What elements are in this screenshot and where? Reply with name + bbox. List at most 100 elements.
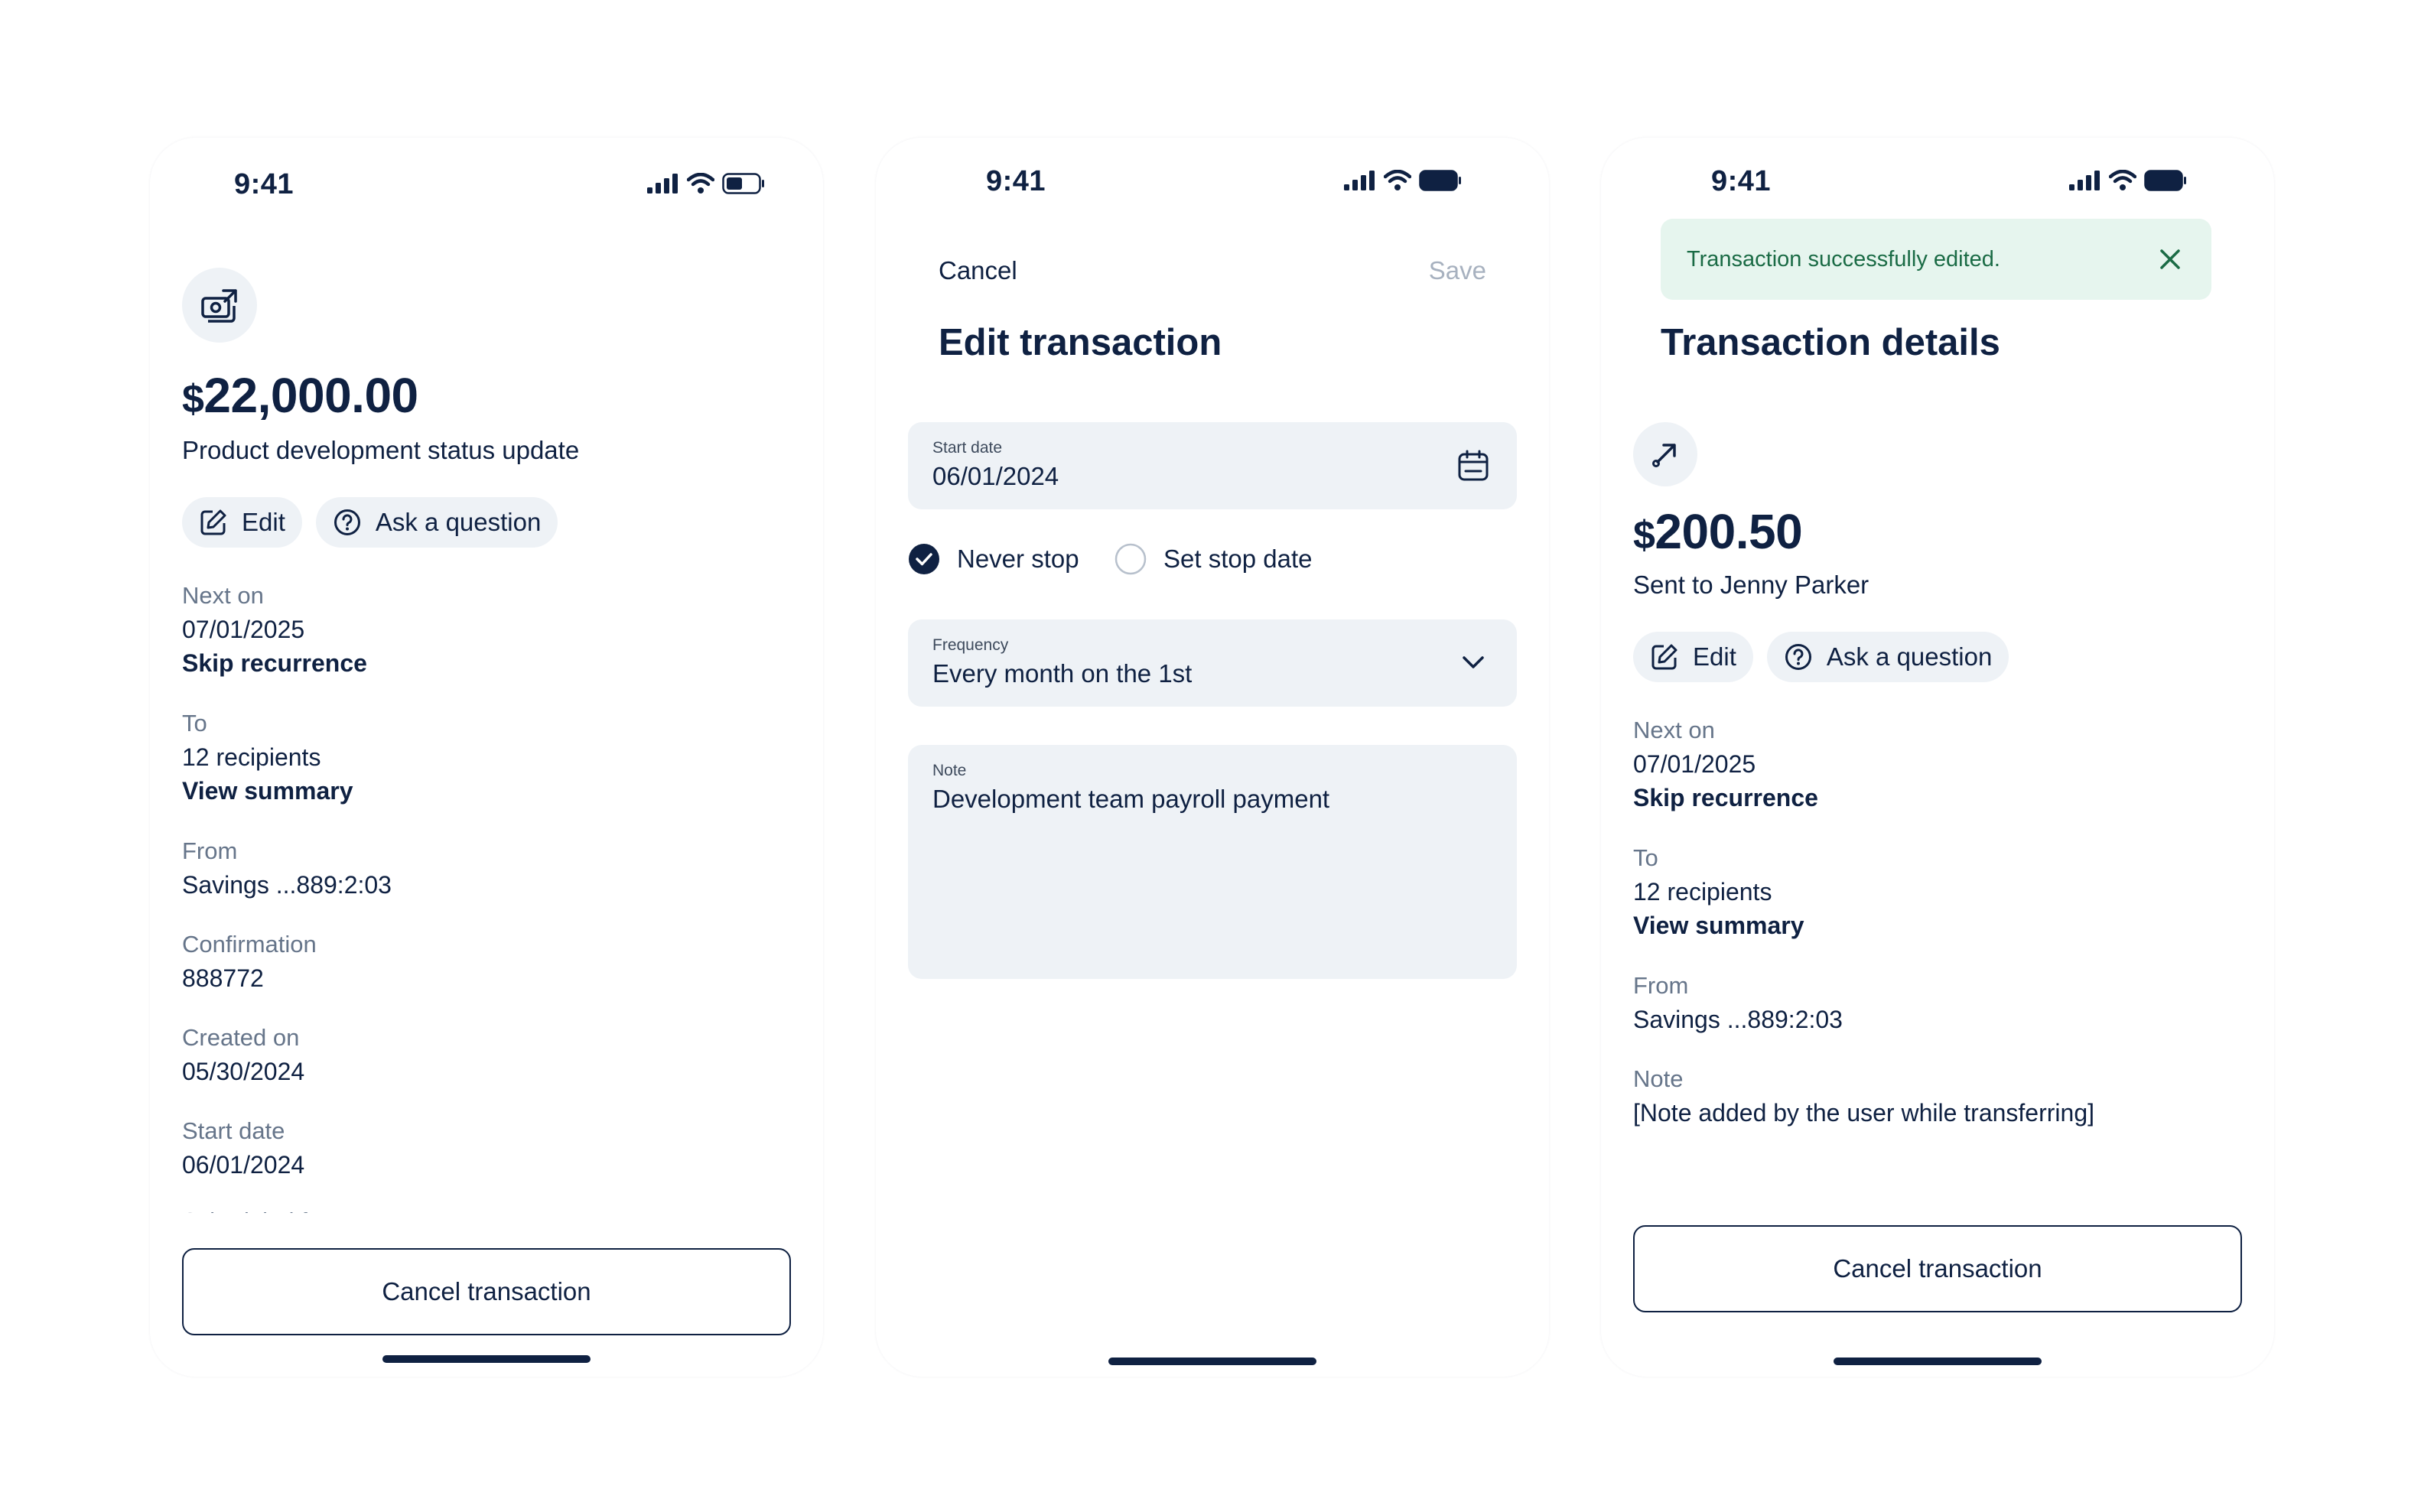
calendar-icon [1458, 450, 1489, 481]
ask-question-button[interactable]: Ask a question [315, 497, 558, 548]
field-label: Confirmation [182, 931, 317, 958]
status-bar: 9:41 [150, 138, 823, 214]
skip-recurrence-link[interactable]: Skip recurrence [182, 646, 367, 680]
field-from: From Savings ...889:2:03 [182, 834, 392, 902]
field-value: 06/01/2024 [182, 1151, 305, 1179]
cancel-transaction-button[interactable]: Cancel transaction [1633, 1225, 2242, 1312]
field-start-date: Start date 06/01/2024 [182, 1114, 304, 1182]
field-value: Savings ...889:2:03 [182, 871, 392, 899]
edit-button-label: Edit [242, 508, 285, 536]
field-next-on: Next on 07/01/2025 Skip recurrence [182, 579, 367, 680]
screen-transaction-details-1: 9:41 $22,000.00 Product development stat… [150, 138, 823, 1377]
field-created-on: Created on 05/30/2024 [182, 1021, 304, 1088]
skip-recurrence-link[interactable]: Skip recurrence [1633, 781, 1818, 815]
close-icon[interactable] [2158, 247, 2182, 272]
status-time: 9:41 [1711, 165, 1772, 197]
wifi-icon [1384, 170, 1411, 190]
field-from: From Savings ...889:2:03 [1633, 969, 1843, 1036]
ask-question-label: Ask a question [1826, 642, 1993, 671]
field-note: Note [Note added by the user while trans… [1633, 1062, 2094, 1130]
cellular-signal-icon [2069, 171, 2100, 190]
set-stop-date-option[interactable]: Set stop date [1115, 543, 1312, 575]
transaction-description: Product development status update [182, 436, 580, 464]
field-value: 07/01/2025 [182, 616, 305, 643]
field-to: To 12 recipients View summary [1633, 841, 1804, 942]
cancel-link[interactable]: Cancel [939, 256, 1017, 285]
status-time: 9:41 [234, 168, 294, 200]
screen-transaction-details-2: 9:41 Transaction successfully edited. Tr… [1601, 138, 2274, 1377]
field-next-on: Next on 07/01/2025 Skip recurrence [1633, 714, 1818, 815]
never-stop-label: Never stop [957, 545, 1079, 573]
start-date-value: 06/01/2024 [932, 462, 1059, 490]
field-value: [Note added by the user while transferri… [1633, 1099, 2094, 1127]
start-date-label: Start date [932, 439, 1003, 457]
field-value: 12 recipients [1633, 878, 1772, 906]
start-date-field[interactable]: Start date 06/01/2024 [908, 422, 1517, 509]
view-summary-link[interactable]: View summary [1633, 909, 1804, 942]
battery-low-icon [722, 173, 764, 194]
transfer-type-icon [1633, 422, 1697, 486]
field-to: To 12 recipients View summary [182, 707, 353, 808]
chevron-down-icon [1463, 656, 1484, 668]
success-toast: Transaction successfully edited. [1661, 219, 2211, 300]
transaction-description: Sent to Jenny Parker [1633, 571, 1869, 599]
save-button[interactable]: Save [1429, 256, 1486, 285]
frequency-value: Every month on the 1st [932, 659, 1193, 688]
transfer-type-icon [182, 268, 257, 343]
cellular-signal-icon [647, 174, 678, 193]
frequency-label: Frequency [932, 636, 1009, 654]
help-circle-icon [1785, 644, 1811, 670]
status-bar: 9:41 [1601, 138, 2274, 214]
edit-button[interactable]: Edit [182, 497, 302, 548]
field-value: 07/01/2025 [1633, 750, 1756, 778]
note-label: Note [932, 762, 967, 779]
page-title: Transaction details [1661, 322, 2000, 363]
view-summary-link[interactable]: View summary [182, 774, 353, 808]
wifi-icon [2109, 170, 2136, 190]
transaction-amount: $22,000.00 [182, 368, 418, 423]
frequency-select[interactable]: Frequency Every month on the 1st [908, 619, 1517, 707]
home-indicator [382, 1355, 591, 1363]
field-value: 12 recipients [182, 743, 321, 771]
edit-icon [1651, 644, 1677, 670]
field-confirmation: Confirmation 888772 [182, 928, 317, 995]
field-label: To [1633, 844, 1658, 871]
note-field[interactable]: Note Development team payroll payment [908, 745, 1517, 979]
status-bar: 9:41 [876, 138, 1549, 214]
checked-radio-icon[interactable] [908, 543, 940, 575]
cellular-signal-icon [1344, 171, 1375, 190]
field-label: To [182, 710, 207, 736]
home-indicator [1108, 1358, 1316, 1365]
edit-button[interactable]: Edit [1633, 632, 1753, 682]
ask-question-button[interactable]: Ask a question [1766, 632, 2009, 682]
field-label: Next on [1633, 717, 1715, 743]
help-circle-icon [334, 509, 360, 535]
field-label: From [182, 837, 238, 864]
success-toast-message: Transaction successfully edited. [1687, 246, 2000, 272]
unchecked-radio-icon[interactable] [1115, 543, 1147, 575]
field-label: Next on [182, 582, 264, 609]
never-stop-option[interactable]: Never stop [908, 543, 1079, 575]
field-value: 888772 [182, 964, 264, 992]
field-label: Created on [182, 1024, 300, 1051]
battery-full-icon [2144, 170, 2186, 191]
battery-full-icon [1419, 170, 1461, 191]
wifi-icon [687, 173, 714, 193]
field-label: From [1633, 972, 1689, 999]
ask-question-label: Ask a question [375, 508, 542, 536]
page-title: Edit transaction [939, 322, 1222, 363]
status-time: 9:41 [986, 165, 1046, 197]
home-indicator [1834, 1358, 2042, 1365]
field-value: 05/30/2024 [182, 1058, 305, 1085]
edit-button-label: Edit [1693, 642, 1736, 671]
screen-edit-transaction: 9:41 Cancel Save Edit transaction Start … [876, 138, 1549, 1377]
send-arrow-icon [1652, 444, 1676, 467]
cancel-transaction-button[interactable]: Cancel transaction [182, 1248, 791, 1335]
transaction-amount: $200.50 [1633, 504, 1803, 559]
field-label: Note [1633, 1065, 1684, 1092]
note-value: Development team payroll payment [932, 785, 1330, 813]
set-stop-date-label: Set stop date [1163, 545, 1313, 573]
edit-icon [200, 509, 226, 535]
field-label: Start date [182, 1117, 285, 1144]
field-value: Savings ...889:2:03 [1633, 1006, 1843, 1033]
